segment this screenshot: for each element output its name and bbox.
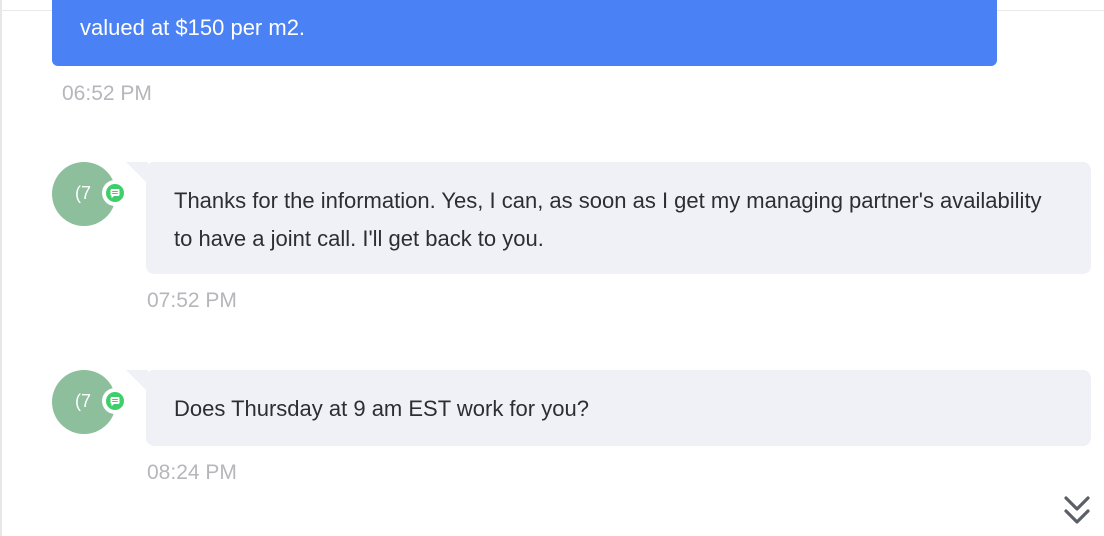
chat-bubble-icon bbox=[102, 180, 128, 206]
avatar[interactable]: (7 bbox=[52, 162, 128, 226]
scroll-to-bottom-button[interactable] bbox=[1054, 488, 1100, 534]
avatar-initials: (7 bbox=[75, 183, 92, 203]
bubble-tail bbox=[126, 370, 148, 392]
avatar[interactable]: (7 bbox=[52, 370, 128, 434]
chat-pane[interactable]: valued at $150 per m2. 06:52 PM (7 Thank… bbox=[0, 0, 1104, 536]
chat-bubble-icon bbox=[102, 388, 128, 414]
message-timestamp: 06:52 PM bbox=[62, 82, 152, 105]
incoming-message-bubble[interactable]: Thanks for the information. Yes, I can, … bbox=[146, 162, 1091, 274]
bubble-tail bbox=[126, 162, 148, 184]
divider bbox=[0, 0, 2, 536]
message-timestamp: 07:52 PM bbox=[147, 289, 237, 312]
message-timestamp: 08:24 PM bbox=[147, 461, 237, 484]
message-text: Does Thursday at 9 am EST work for you? bbox=[174, 396, 589, 421]
incoming-message-bubble[interactable]: Does Thursday at 9 am EST work for you? bbox=[146, 370, 1091, 446]
message-text: Thanks for the information. Yes, I can, … bbox=[174, 188, 1042, 251]
avatar-initials: (7 bbox=[75, 391, 92, 411]
message-text: valued at $150 per m2. bbox=[80, 15, 306, 40]
outgoing-message-bubble[interactable]: valued at $150 per m2. bbox=[52, 0, 997, 66]
